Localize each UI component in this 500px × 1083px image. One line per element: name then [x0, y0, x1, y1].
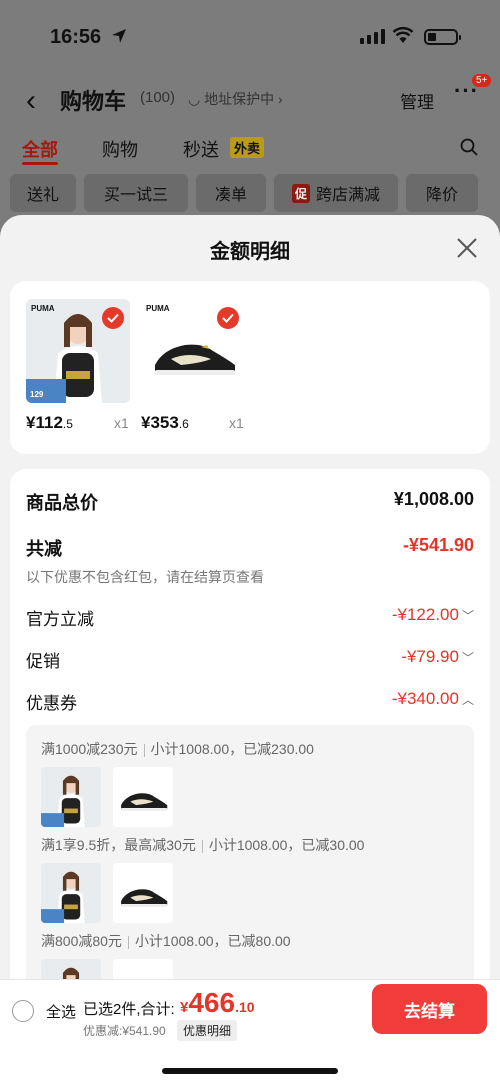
brand-logo-text: PUMA	[146, 304, 170, 313]
product-price: ¥112.5	[26, 413, 73, 432]
promo-value: -¥79.90 ﹀	[401, 647, 474, 666]
product-image: PUMA 129	[26, 299, 130, 403]
total-price-value: ¥1,008.00	[393, 489, 474, 509]
selected-check-icon[interactable]	[102, 307, 124, 329]
product-item[interactable]: PUMA 129 ¥112.5 x1	[26, 299, 130, 432]
wifi-icon	[392, 26, 414, 43]
coupon-line: 满1享9.5折，最高减30元 小计1008.00，已减30.00	[41, 837, 365, 853]
total-reduce-row: 共减 -¥541.90	[26, 535, 474, 563]
tab-all[interactable]: 全部	[22, 136, 58, 162]
brand-logo-text: PUMA	[31, 304, 55, 313]
total-price-row: 商品总价 ¥1,008.00	[26, 489, 474, 517]
chip-price-drop[interactable]: 降价	[406, 174, 478, 212]
search-icon[interactable]	[460, 138, 478, 156]
page-title: 购物车	[60, 89, 127, 114]
cart-tabs: 全部 购物 秒送 外卖	[0, 134, 500, 168]
promo-label: 促销	[26, 652, 60, 671]
coupon-value: -¥340.00 ︿	[391, 689, 474, 708]
chip-trial[interactable]: 买一试三	[84, 174, 188, 212]
tab-instant[interactable]: 秒送	[183, 136, 219, 162]
chip-bundle[interactable]: 凑单	[196, 174, 266, 212]
tab-shopping[interactable]: 购物	[102, 136, 138, 162]
coupon-line: 满800减80元 小计1008.00，已减80.00	[41, 933, 291, 949]
more-badge: 5+	[472, 74, 492, 87]
coupon-thumbs	[41, 863, 173, 923]
chevron-down-icon: ﹀	[461, 651, 474, 665]
filter-chips: 送礼 买一试三 凑单 促跨店满减 降价	[10, 174, 478, 212]
product-qty: x1	[229, 415, 244, 431]
status-time: 16:56	[50, 26, 102, 48]
checkout-button[interactable]: 去结算	[372, 984, 487, 1034]
official-reduce-value: -¥122.00 ﹀	[391, 605, 474, 624]
product-item[interactable]: PUMA ¥353.6 x1	[141, 299, 245, 432]
coupon-label: 优惠券	[26, 694, 77, 713]
cart-count: (100)	[140, 89, 176, 106]
total-reduce-label: 共减	[26, 539, 62, 559]
total-amount: ¥466.10	[180, 987, 255, 1018]
tab-underline	[22, 162, 58, 165]
coupon-thumbs	[41, 767, 173, 827]
chip-cross-store[interactable]: 促跨店满减	[274, 174, 398, 212]
backpack-thumb	[41, 863, 101, 923]
chevron-down-icon: ﹀	[461, 609, 474, 623]
sneaker-thumb	[113, 767, 173, 827]
backpack-thumb	[41, 767, 101, 827]
chip-gift[interactable]: 送礼	[10, 174, 76, 212]
amount-detail-sheet: 金额明细 PUMA 129 ¥112.5 x1 PUMA ¥353.6 x1 商…	[0, 215, 500, 1083]
coupon-row[interactable]: 优惠券 -¥340.00 ︿	[26, 689, 474, 717]
back-button[interactable]: ‹	[26, 84, 36, 118]
address-label: 地址保护中	[204, 91, 275, 107]
home-indicator	[162, 1068, 338, 1074]
select-all-label[interactable]: 全选	[46, 1001, 76, 1022]
signal-icon	[360, 29, 385, 44]
sheet-title: 金额明细	[210, 241, 290, 263]
select-all-radio[interactable]	[12, 1000, 34, 1022]
sheet-header: 金额明细	[0, 215, 500, 281]
official-reduce-label: 官方立减	[26, 610, 94, 629]
discount-note: 以下优惠不包含红包，请在结算页查看	[26, 569, 264, 585]
sneaker-thumb	[113, 863, 173, 923]
promo-badge: 促	[291, 183, 310, 203]
chip-cross-store-label: 跨店满减	[316, 187, 381, 204]
address-protection[interactable]: ◡ 地址保护中 ›	[188, 89, 283, 109]
product-qty: x1	[114, 415, 129, 431]
manage-button[interactable]: 管理	[400, 88, 434, 113]
tag-price-text: 129	[30, 390, 44, 399]
selected-check-icon[interactable]	[217, 307, 239, 329]
discount-detail-link[interactable]: 优惠明细	[177, 1020, 238, 1041]
chevron-up-icon: ︿	[461, 693, 474, 707]
selected-count: 已选2件,合计:	[83, 1001, 175, 1018]
status-bar: 16:56	[0, 0, 500, 70]
takeout-badge: 外卖	[230, 137, 265, 158]
coupon-line: 满1000减230元 小计1008.00，已减230.00	[41, 741, 314, 757]
total-price-label: 商品总价	[26, 493, 98, 513]
promo-row[interactable]: 促销 -¥79.90 ﹀	[26, 647, 474, 675]
location-arrow-icon	[112, 29, 126, 43]
total-reduce-value: -¥541.90	[402, 535, 474, 555]
close-icon[interactable]	[456, 237, 478, 259]
product-image: PUMA	[141, 299, 245, 403]
checkout-bar: 全选 已选2件,合计: ¥466.10 优惠减:¥541.90 优惠明细 去结算	[0, 979, 500, 1083]
cart-navbar: ‹ 购物车 (100) ◡ 地址保护中 › 管理 ··· 5+	[0, 74, 500, 118]
product-price: ¥353.6	[141, 413, 189, 432]
selected-products-card: PUMA 129 ¥112.5 x1 PUMA ¥353.6 x1	[10, 281, 490, 454]
discount-summary: 优惠减:¥541.90	[83, 1024, 166, 1038]
official-reduce-row[interactable]: 官方立减 -¥122.00 ﹀	[26, 605, 474, 633]
battery-icon	[424, 29, 461, 45]
